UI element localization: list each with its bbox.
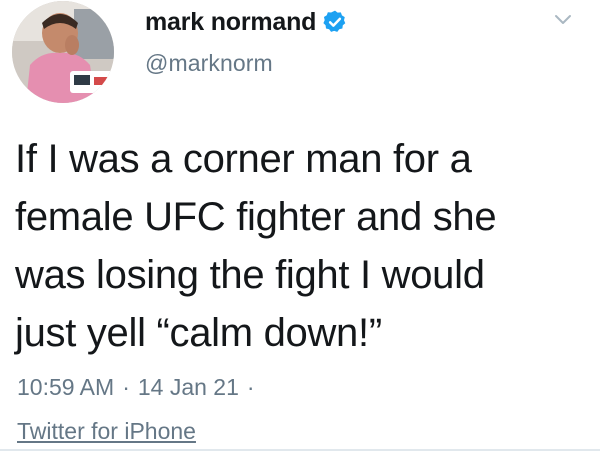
tweet-text-line: just yell “calm down!”	[15, 311, 382, 355]
tweet-text-line: was losing the fight I would	[15, 253, 485, 297]
avatar-image	[12, 1, 114, 103]
author-block: mark normand @marknorm	[145, 2, 348, 77]
chevron-down-icon[interactable]	[550, 10, 576, 30]
meta-separator-trailing: ·	[246, 374, 255, 400]
tweet-text-line: If I was a corner man for a	[15, 137, 472, 181]
name-row: mark normand	[145, 2, 348, 42]
tweet-text-line: female UFC fighter and she	[15, 195, 497, 239]
display-name[interactable]: mark normand	[145, 8, 316, 37]
tweet-time[interactable]: 10:59 AM	[17, 374, 114, 400]
tweet-source-link[interactable]: Twitter for iPhone	[17, 418, 196, 445]
tweet-meta: 10:59 AM · 14 Jan 21 ·	[17, 374, 263, 401]
avatar[interactable]	[12, 1, 114, 103]
meta-separator: ·	[122, 374, 130, 400]
tweet-text: If I was a corner man for a female UFC f…	[15, 130, 595, 362]
verified-badge-icon	[322, 9, 348, 35]
tweet-card: mark normand @marknorm If I was a corner…	[0, 0, 600, 451]
tweet-date[interactable]: 14 Jan 21	[138, 374, 239, 400]
user-handle[interactable]: @marknorm	[145, 50, 348, 77]
